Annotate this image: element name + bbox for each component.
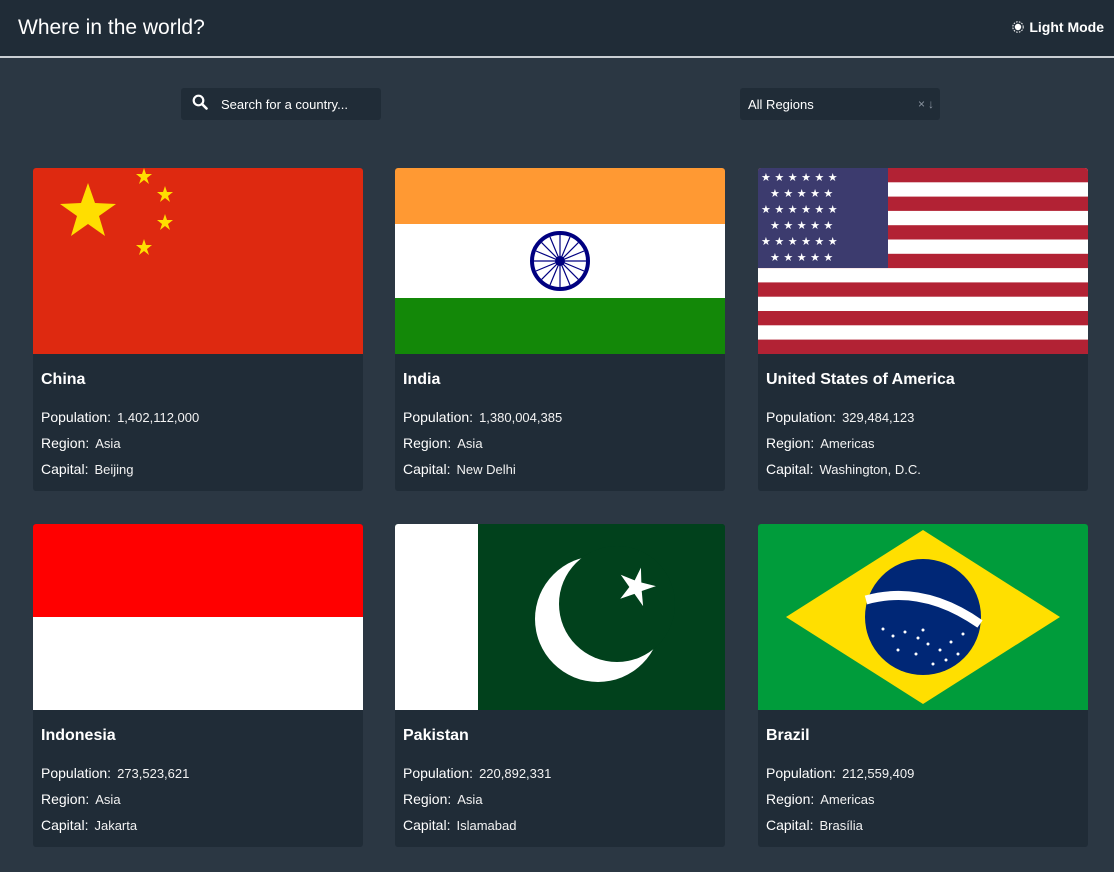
app-title: Where in the world? [18,16,205,39]
country-name: Pakistan [403,727,469,744]
population-value: 1,380,004,385 [479,410,563,425]
country-card[interactable]: ★ ★ ★ ★ ★ ★ ★ ★ ★ ★ ★ ★ ★ ★ ★ ★ ★ ★ ★ ★ … [758,168,1088,491]
capital-value: Jakarta [94,818,138,833]
population-value: 1,402,112,000 [117,410,200,425]
population-label: Population: [41,765,112,781]
flag-pakistan [395,524,725,710]
population-value: 329,484,123 [842,410,915,425]
region-filter-value: All Regions [748,96,814,112]
region-label: Region: [41,791,90,807]
region-value: Asia [95,792,121,807]
arrow-down-icon[interactable]: ↓ [928,97,934,111]
flag-usa: ★ ★ ★ ★ ★ ★ ★ ★ ★ ★ ★ ★ ★ ★ ★ ★ ★ ★ ★ ★ … [758,168,1088,354]
region-label: Region: [766,435,815,451]
population-label: Population: [766,409,837,425]
country-name: China [41,371,86,388]
capital-label: Capital: [41,461,89,477]
theme-toggle-button[interactable]: Light Mode [1012,19,1104,35]
svg-text:★ ★ ★ ★ ★: ★ ★ ★ ★ ★ [770,219,833,232]
theme-toggle-label: Light Mode [1029,19,1104,35]
svg-text:★ ★ ★ ★ ★ ★: ★ ★ ★ ★ ★ ★ [761,171,838,184]
capital-value: Beijing [94,462,134,477]
population-value: 220,892,331 [479,766,552,781]
region-value: Americas [820,436,875,451]
flag-indonesia [33,524,363,710]
flag-india [395,168,725,354]
population-label: Population: [41,409,112,425]
country-card[interactable]: India Population: 1,380,004,385 Region: As… [395,168,725,491]
region-filter-select[interactable]: All Regions × ↓ [740,88,940,120]
population-value: 273,523,621 [117,766,190,781]
region-label: Region: [766,791,815,807]
region-value: Asia [95,436,121,451]
country-card[interactable]: China Population: 1,402,112,000 Region: As… [33,168,363,491]
country-name: Indonesia [41,727,116,744]
capital-label: Capital: [403,817,451,833]
region-label: Region: [403,435,452,451]
region-value: Americas [820,792,875,807]
svg-text:★ ★ ★ ★ ★: ★ ★ ★ ★ ★ [770,251,833,264]
search-icon [192,94,208,115]
region-label: Region: [403,791,452,807]
population-label: Population: [403,409,474,425]
population-label: Population: [766,765,837,781]
region-value: Asia [457,792,483,807]
flag-china [33,168,363,354]
population-label: Population: [403,765,474,781]
app-header: Where in the world? Light Mode [0,0,1114,58]
country-card[interactable]: Indonesia Population: 273,523,621 Region:… [33,524,363,847]
capital-label: Capital: [41,817,89,833]
flag-brazil [758,524,1088,710]
country-card[interactable]: Brazil Population: 212,559,409 Region: Ame… [758,524,1088,847]
capital-label: Capital: [403,461,451,477]
search-input[interactable] [221,96,371,112]
svg-text:★ ★ ★ ★ ★: ★ ★ ★ ★ ★ [770,187,833,200]
population-value: 212,559,409 [842,766,915,781]
capital-label: Capital: [766,817,814,833]
region-label: Region: [41,435,90,451]
country-name: India [403,371,441,388]
country-name: United States of America [766,371,955,388]
capital-value: New Delhi [456,462,516,477]
capital-value: Brasília [819,818,863,833]
capital-value: Islamabad [456,818,517,833]
sun-icon [1012,21,1025,33]
svg-text:★ ★ ★ ★ ★ ★: ★ ★ ★ ★ ★ ★ [761,203,838,216]
region-value: Asia [457,436,483,451]
search-box[interactable] [181,88,381,120]
country-card[interactable]: Pakistan Population: 220,892,331 Region: A… [395,524,725,847]
capital-value: Washington, D.C. [819,462,921,477]
close-icon[interactable]: × [918,97,925,111]
svg-text:★ ★ ★ ★ ★ ★: ★ ★ ★ ★ ★ ★ [761,235,838,248]
capital-label: Capital: [766,461,814,477]
country-name: Brazil [766,727,810,744]
